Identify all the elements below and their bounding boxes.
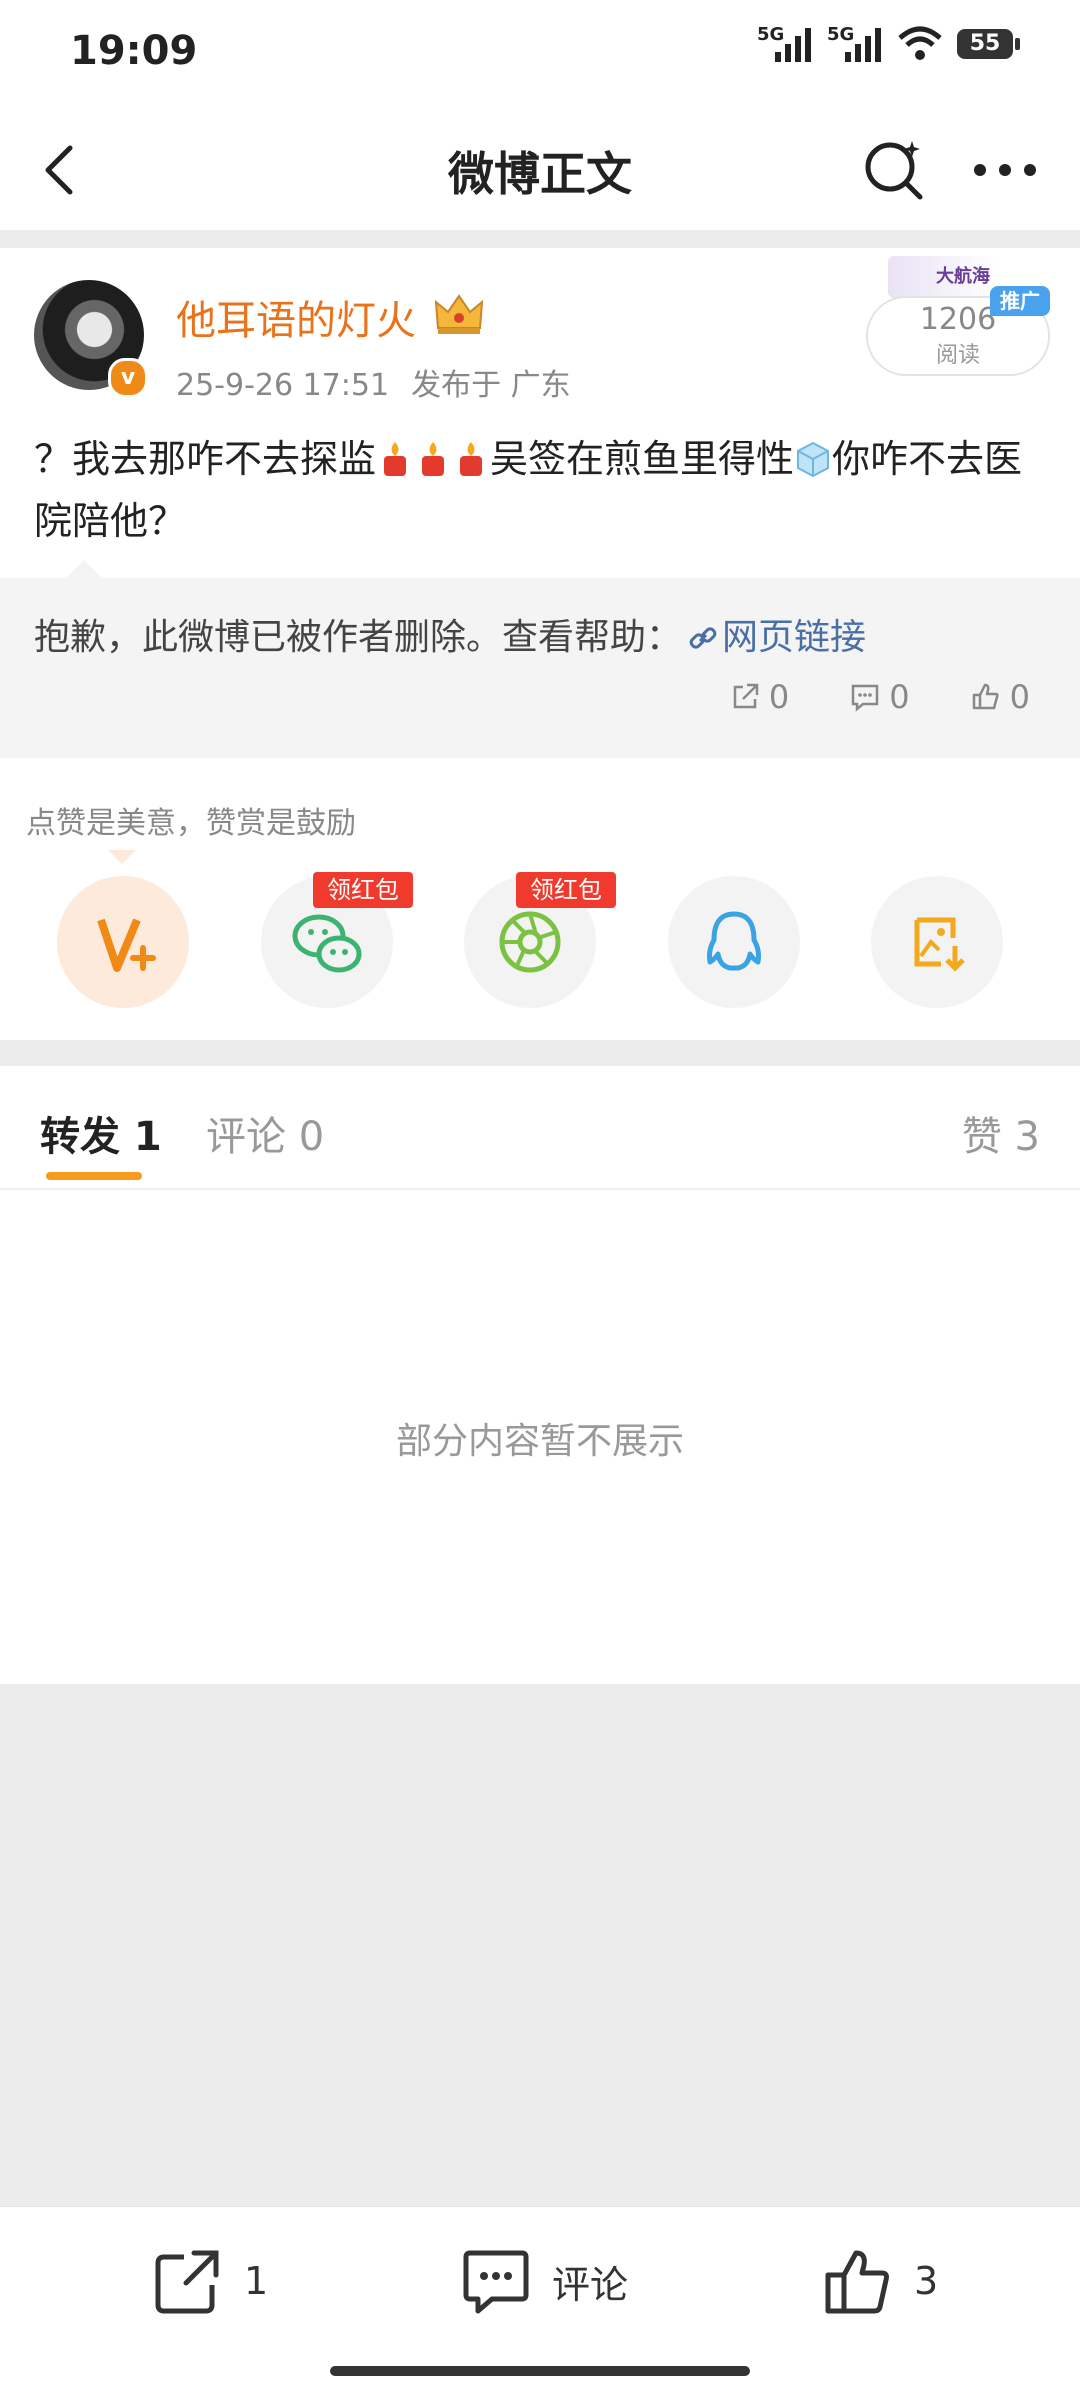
quote-like[interactable]: 0 bbox=[970, 678, 1030, 716]
quote-comment[interactable]: 0 bbox=[849, 678, 910, 716]
quoted-post-box: 抱歉，此微博已被作者删除。查看帮助： 网页链接 0 0 0 bbox=[0, 560, 1080, 758]
tab-repost[interactable]: 转发 1 bbox=[40, 1104, 162, 1162]
like-count: 3 bbox=[914, 2259, 939, 2303]
deleted-text: 抱歉，此微博已被作者删除。查看帮助： bbox=[34, 617, 683, 658]
link-icon bbox=[689, 627, 717, 649]
empty-message: 部分内容暂不展示 bbox=[395, 1421, 684, 1462]
candle-emoji-icon bbox=[422, 442, 445, 476]
signal-icon-2: 5G bbox=[827, 24, 883, 64]
reward-button[interactable] bbox=[57, 876, 189, 1008]
quote-repost-count: 0 bbox=[768, 678, 790, 716]
post-text: ？我去那咋不去探监 吴签在煎鱼里得性 你咋不去医院陪他？ bbox=[34, 428, 1044, 552]
post-text-part2: 吴签在煎鱼里得性 bbox=[490, 437, 795, 481]
quote-like-count: 0 bbox=[1009, 678, 1030, 716]
post-username[interactable]: 他耳语的灯火 bbox=[176, 288, 416, 346]
post-location: 发布于 广东 bbox=[411, 368, 571, 403]
repost-icon bbox=[733, 683, 759, 709]
verified-badge-icon: v bbox=[108, 358, 148, 398]
redbag-badge-2: 领红包 bbox=[516, 872, 616, 908]
share-qq-button[interactable] bbox=[668, 876, 800, 1008]
candle-emoji-icon bbox=[460, 442, 483, 476]
repost-list: 部分内容暂不展示 bbox=[0, 1190, 1080, 1684]
comment-label: 评论 bbox=[552, 2262, 629, 2307]
ice-cube-emoji-icon bbox=[797, 441, 830, 478]
hint-pointer bbox=[108, 850, 136, 864]
read-label: 阅读 bbox=[935, 343, 980, 368]
status-bar: 19:09 5G 5G 55 bbox=[0, 0, 1080, 100]
qq-icon bbox=[707, 911, 761, 971]
status-icons: 5G 5G 55 bbox=[757, 24, 1020, 64]
quote-caret bbox=[66, 560, 102, 578]
post-meta: 25-9-26 17:51 发布于 广东 bbox=[176, 360, 571, 404]
tab-bar: 转发 1 评论 0 赞 3 bbox=[0, 1066, 1080, 1190]
tab-comment[interactable]: 评论 0 bbox=[206, 1104, 324, 1162]
thumbs-up-icon bbox=[972, 683, 999, 710]
repost-icon bbox=[155, 2250, 219, 2314]
promo-banner[interactable]: 大航海 bbox=[888, 256, 996, 298]
status-time: 19:09 bbox=[70, 28, 198, 74]
wifi-icon bbox=[898, 26, 942, 60]
share-panel: 点赞是美意，赞赏是鼓励 领红包 领红包 bbox=[0, 758, 1080, 1040]
post-time: 25-9-26 17:51 bbox=[176, 368, 390, 403]
search-icon[interactable] bbox=[860, 135, 930, 205]
top-nav-bar: 微博正文 bbox=[0, 100, 1080, 230]
comment-icon bbox=[463, 2250, 529, 2314]
web-link[interactable]: 网页链接 bbox=[682, 617, 866, 658]
promo-tag: 推广 bbox=[990, 286, 1050, 316]
post-card: v 他耳语的灯火 25-9-26 17:51 发布于 广东 大航海 1206 阅读… bbox=[0, 248, 1080, 578]
comment-button[interactable]: 评论 bbox=[460, 2245, 628, 2317]
thumbs-up-icon bbox=[825, 2250, 889, 2314]
quote-stats: 0 0 0 bbox=[729, 678, 1030, 716]
redbag-badge-1: 领红包 bbox=[313, 872, 413, 908]
crown-icon[interactable] bbox=[432, 288, 486, 338]
repost-count: 1 bbox=[244, 2259, 269, 2303]
candle-emoji-icon bbox=[384, 442, 407, 476]
active-tab-indicator bbox=[46, 1172, 142, 1180]
more-icon[interactable] bbox=[970, 160, 1040, 180]
signal-icon: 5G bbox=[757, 24, 813, 64]
post-text-part1: ？我去那咋不去探监 bbox=[34, 437, 377, 481]
quote-comment-count: 0 bbox=[889, 678, 910, 716]
comment-icon bbox=[852, 684, 879, 712]
save-image-icon bbox=[914, 917, 965, 972]
tab-like[interactable]: 赞 3 bbox=[962, 1104, 1040, 1162]
like-button[interactable]: 3 bbox=[822, 2245, 938, 2317]
save-image-button[interactable] bbox=[871, 876, 1003, 1008]
quote-repost[interactable]: 0 bbox=[729, 678, 789, 716]
web-link-label: 网页链接 bbox=[722, 617, 867, 658]
home-indicator[interactable] bbox=[330, 2366, 750, 2376]
reward-v-icon bbox=[97, 918, 156, 972]
battery-level: 55 bbox=[957, 29, 1013, 59]
deleted-notice: 抱歉，此微博已被作者删除。查看帮助： 网页链接 bbox=[34, 608, 866, 660]
repost-button[interactable]: 1 bbox=[152, 2245, 268, 2317]
share-hint: 点赞是美意，赞赏是鼓励 bbox=[26, 806, 356, 841]
battery-icon: 55 bbox=[957, 29, 1020, 59]
